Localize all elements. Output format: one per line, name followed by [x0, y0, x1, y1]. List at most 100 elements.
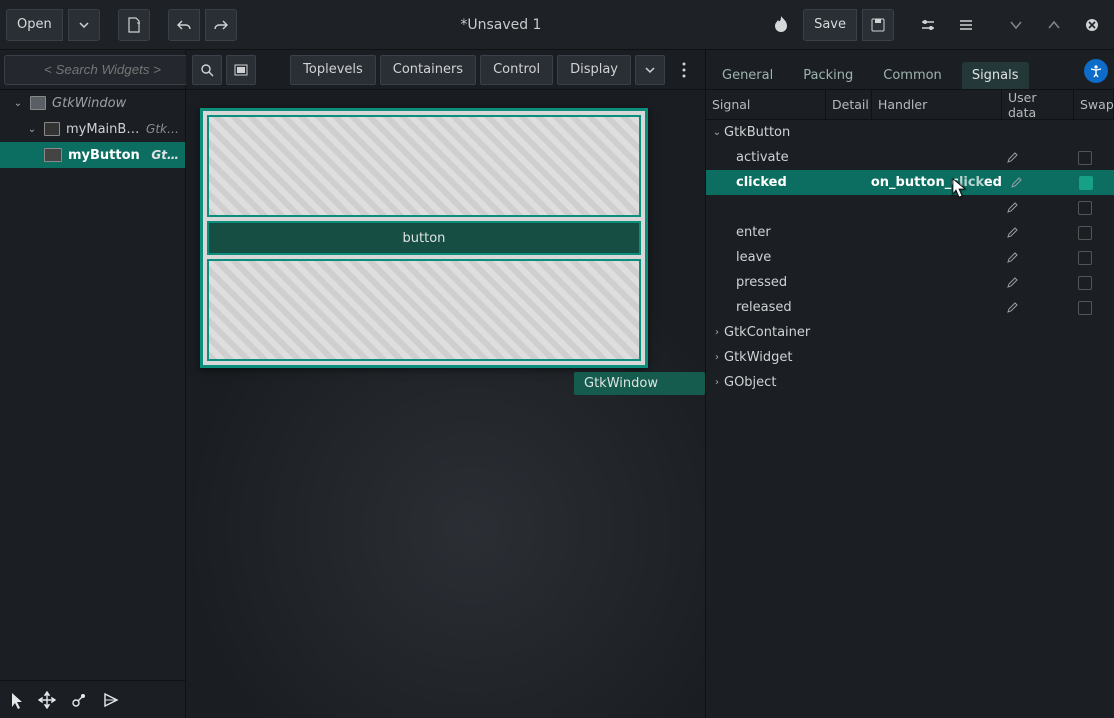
- edit-icon[interactable]: [1010, 177, 1022, 189]
- tab-common[interactable]: Common: [873, 62, 952, 89]
- signal-row-released[interactable]: released: [706, 295, 1114, 320]
- open-button[interactable]: Open: [6, 9, 63, 41]
- dev-down-button[interactable]: [1000, 9, 1032, 41]
- expand-icon[interactable]: ⌄: [710, 127, 724, 138]
- tree-label: myButton: [68, 148, 145, 163]
- signal-row-blank[interactable]: [706, 195, 1114, 220]
- expand-icon[interactable]: ›: [710, 377, 724, 388]
- save-button[interactable]: Save: [803, 9, 857, 41]
- signals-tree[interactable]: ⌄ GtkButton activateclickedon_button_cli…: [706, 120, 1114, 718]
- chevron-down-icon: [645, 65, 655, 75]
- tree-row-mybutton[interactable]: myButton Gt…: [0, 142, 185, 168]
- tree-row-gtkwindow[interactable]: ⌄ GtkWindow: [0, 90, 185, 116]
- signal-handler-value[interactable]: on_button_clicked: [871, 175, 1002, 190]
- expand-icon[interactable]: ⌄: [12, 98, 24, 109]
- dev-up-button[interactable]: [1038, 9, 1070, 41]
- signal-row-pressed[interactable]: pressed: [706, 270, 1114, 295]
- tree-row-mymainbox[interactable]: ⌄ myMainBox Gtk…: [0, 116, 185, 142]
- signal-group-gtkwidget[interactable]: › GtkWidget: [706, 345, 1114, 370]
- new-document-button[interactable]: [118, 9, 150, 41]
- signal-group-label: GtkButton: [724, 125, 790, 140]
- sliders-icon: [920, 19, 936, 31]
- edit-icon[interactable]: [1006, 227, 1018, 239]
- undo-button[interactable]: [168, 9, 200, 41]
- designer-toolbar: Toplevels Containers Control Display: [186, 50, 705, 90]
- signal-row-leave[interactable]: leave: [706, 245, 1114, 270]
- pointer-tool-icon[interactable]: [10, 691, 24, 709]
- signal-userdata-placeholder[interactable]: [1006, 227, 1018, 239]
- col-signal[interactable]: Signal: [706, 90, 826, 119]
- signal-swap-checkbox[interactable]: [1078, 151, 1092, 165]
- signal-row-clicked[interactable]: clickedon_button_clicked: [706, 170, 1114, 195]
- col-detail[interactable]: Detail: [826, 90, 872, 119]
- tree-label: GtkWindow: [52, 96, 179, 111]
- palette-cat-control[interactable]: Control: [480, 55, 553, 85]
- signal-swap-checkbox[interactable]: [1078, 276, 1092, 290]
- signal-userdata-placeholder[interactable]: [1006, 152, 1018, 164]
- signal-row-activate[interactable]: activate: [706, 145, 1114, 170]
- signal-group-gtkbutton[interactable]: ⌄ GtkButton: [706, 120, 1114, 145]
- edit-icon[interactable]: [1006, 277, 1018, 289]
- signal-swap-checkbox[interactable]: [1078, 251, 1092, 265]
- preferences-button[interactable]: [912, 9, 944, 41]
- redo-button[interactable]: [205, 9, 237, 41]
- search-palette-button[interactable]: [192, 55, 222, 85]
- signal-userdata-placeholder[interactable]: [1006, 302, 1018, 314]
- palette-mode-button[interactable]: [226, 55, 256, 85]
- align-tool-icon[interactable]: [102, 691, 120, 709]
- signal-swap-checkbox[interactable]: [1078, 226, 1092, 240]
- tab-packing[interactable]: Packing: [793, 62, 863, 89]
- hamburger-icon: [959, 19, 973, 31]
- tree-type: Gt…: [151, 148, 179, 162]
- design-mymainbox[interactable]: button: [203, 111, 645, 365]
- expand-icon[interactable]: ⌄: [26, 124, 38, 135]
- signal-userdata-placeholder[interactable]: [1010, 177, 1022, 189]
- palette-cat-toplevels[interactable]: Toplevels: [290, 55, 376, 85]
- expand-icon[interactable]: ›: [710, 352, 724, 363]
- search-widgets-input[interactable]: [4, 55, 201, 85]
- signal-row-enter[interactable]: enter: [706, 220, 1114, 245]
- open-recent-dropdown[interactable]: [68, 9, 100, 41]
- tab-accessibility[interactable]: [1084, 59, 1108, 83]
- design-gtkwindow[interactable]: button: [200, 108, 648, 368]
- resize-tool-icon[interactable]: [70, 691, 88, 709]
- signal-group-gtkcontainer[interactable]: › GtkContainer: [706, 320, 1114, 345]
- tab-general[interactable]: General: [712, 62, 783, 89]
- signal-name: leave: [736, 250, 771, 265]
- edit-icon[interactable]: [1006, 152, 1018, 164]
- flame-icon: [770, 14, 792, 36]
- col-swap[interactable]: Swap: [1074, 90, 1114, 119]
- widget-tree[interactable]: ⌄ GtkWindow ⌄ myMainBox Gtk… myButton Gt…: [0, 90, 185, 680]
- palette-cat-containers[interactable]: Containers: [380, 55, 476, 85]
- edit-icon[interactable]: [1006, 202, 1018, 214]
- tab-signals[interactable]: Signals: [962, 62, 1029, 89]
- menu-button[interactable]: [950, 9, 982, 41]
- edit-icon[interactable]: [1006, 252, 1018, 264]
- canvas[interactable]: button GtkWindow: [186, 90, 705, 718]
- palette-cat-display[interactable]: Display: [557, 55, 631, 85]
- close-button[interactable]: [1076, 9, 1108, 41]
- signal-swap-checkbox[interactable]: [1079, 176, 1093, 190]
- property-tabbar: General Packing Common Signals: [706, 50, 1114, 90]
- col-handler[interactable]: Handler: [872, 90, 1002, 119]
- signal-userdata-placeholder[interactable]: [1006, 202, 1018, 214]
- col-userdata[interactable]: User data: [1002, 90, 1074, 119]
- widget-tree-panel: ⌄ GtkWindow ⌄ myMainBox Gtk… myButton Gt…: [0, 50, 186, 718]
- palette-more-dropdown[interactable]: [635, 55, 665, 85]
- save-as-button[interactable]: [862, 9, 894, 41]
- close-icon: [1085, 18, 1099, 32]
- search-icon: [200, 63, 214, 77]
- design-slot-top[interactable]: [207, 115, 641, 217]
- signal-name: released: [736, 300, 792, 315]
- signal-swap-checkbox[interactable]: [1078, 301, 1092, 315]
- edit-icon[interactable]: [1006, 302, 1018, 314]
- palette-overflow-button[interactable]: [669, 55, 699, 85]
- signal-group-gobject[interactable]: › GObject: [706, 370, 1114, 395]
- signal-userdata-placeholder[interactable]: [1006, 277, 1018, 289]
- design-slot-bottom[interactable]: [207, 259, 641, 361]
- design-mybutton[interactable]: button: [207, 221, 641, 255]
- move-tool-icon[interactable]: [38, 691, 56, 709]
- signal-swap-checkbox[interactable]: [1078, 201, 1092, 215]
- expand-icon[interactable]: ›: [710, 327, 724, 338]
- signal-userdata-placeholder[interactable]: [1006, 252, 1018, 264]
